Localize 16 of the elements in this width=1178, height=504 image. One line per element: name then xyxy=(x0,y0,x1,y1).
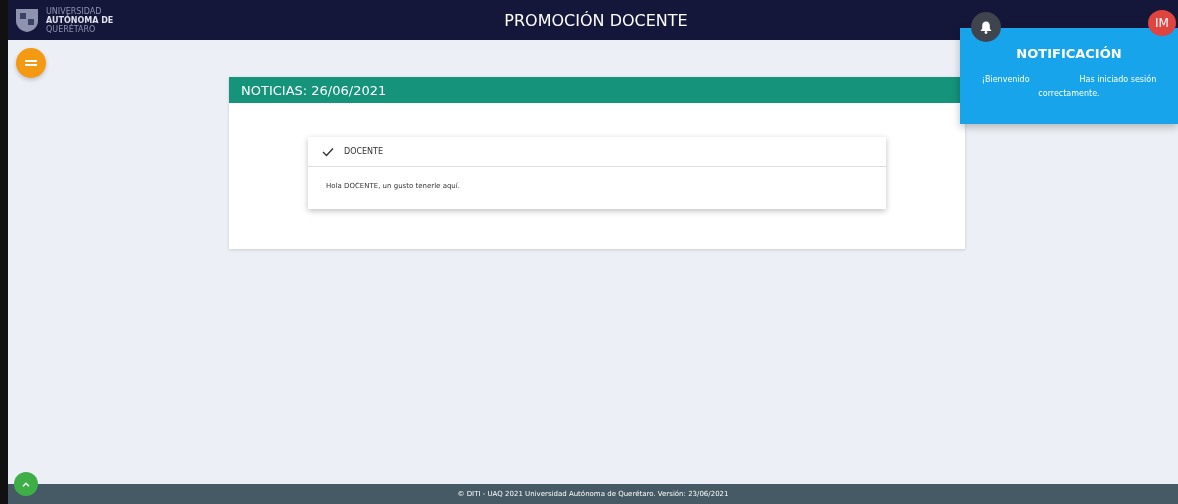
scroll-up-button[interactable] xyxy=(14,472,38,496)
news-title: NOTICIAS: 26/06/2021 xyxy=(241,82,387,98)
chevron-up-icon xyxy=(22,481,30,487)
item-title: DOCENTE xyxy=(344,147,384,156)
bell-icon xyxy=(980,20,992,34)
notification-message: Has iniciado sesión correctamente. xyxy=(1038,75,1157,98)
notification-title: NOTIFICACIÓN xyxy=(1016,46,1122,61)
check-icon xyxy=(322,146,334,157)
notification-greeting: ¡Bienvenido xyxy=(981,75,1030,84)
university-name: QUERÉTARO xyxy=(46,24,96,34)
app-title: PROMOCIÓN DOCENTE xyxy=(504,10,688,30)
menu-icon xyxy=(25,59,37,67)
university-name: AUTÓNOMA DE xyxy=(46,15,114,25)
user-avatar[interactable]: IM xyxy=(1148,10,1176,36)
university-name: UNIVERSIDAD xyxy=(46,6,102,16)
crest-logo xyxy=(14,7,40,33)
